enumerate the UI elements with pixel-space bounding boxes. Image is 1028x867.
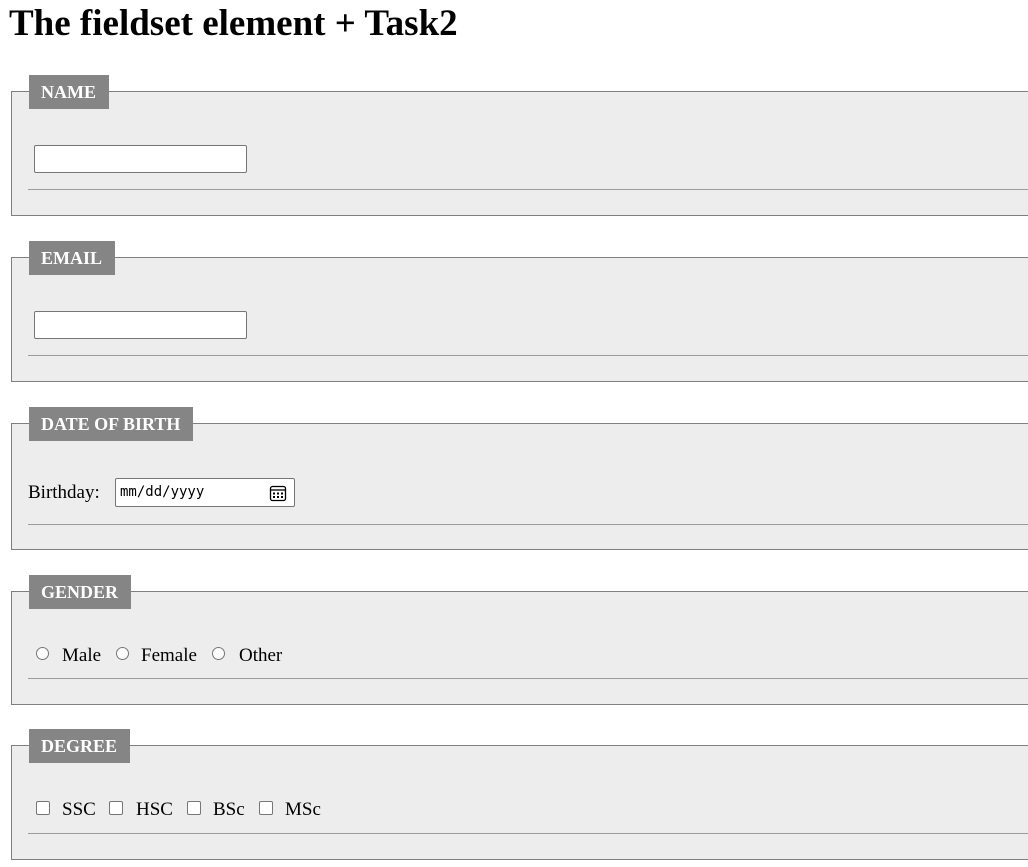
- email-divider: [28, 355, 1028, 356]
- gender-label-female: Female: [141, 645, 197, 666]
- birthday-date-input[interactable]: mm/dd/yyyy: [115, 478, 295, 507]
- degree-checkbox-msc[interactable]: [259, 801, 273, 815]
- degree-label-bsc: BSc: [213, 799, 245, 820]
- name-legend: NAME: [29, 75, 109, 109]
- email-input[interactable]: [34, 311, 247, 339]
- page-title: The fieldset element + Task2: [9, 3, 458, 44]
- calendar-icon[interactable]: [269, 484, 287, 502]
- degree-label-hsc: HSC: [136, 799, 173, 820]
- email-legend: EMAIL: [29, 241, 116, 275]
- degree-divider: [28, 833, 1028, 834]
- gender-fieldset: GENDER Male Female Other: [11, 575, 1028, 705]
- dob-divider: [28, 524, 1028, 525]
- degree-fieldset: DEGREE SSC HSC BSc MSc: [11, 729, 1028, 860]
- degree-checkbox-hsc[interactable]: [109, 801, 123, 815]
- date-placeholder: mm/dd/yyyy: [120, 484, 205, 500]
- birthday-label: Birthday:: [28, 482, 100, 503]
- degree-checkbox-bsc[interactable]: [187, 801, 201, 815]
- gender-label-other: Other: [239, 645, 283, 666]
- degree-checkbox-ssc[interactable]: [36, 801, 50, 815]
- degree-legend: DEGREE: [29, 729, 131, 763]
- name-fieldset: NAME: [11, 75, 1028, 216]
- email-fieldset: EMAIL: [11, 241, 1028, 382]
- degree-label-msc: MSc: [285, 799, 321, 820]
- gender-legend: GENDER: [29, 575, 132, 609]
- gender-divider: [28, 678, 1028, 679]
- degree-label-ssc: SSC: [62, 799, 96, 820]
- gender-radio-other[interactable]: [212, 647, 225, 660]
- gender-radio-male[interactable]: [36, 647, 49, 660]
- name-input[interactable]: [34, 145, 247, 173]
- dob-legend: DATE OF BIRTH: [29, 407, 194, 441]
- dob-fieldset: DATE OF BIRTH Birthday: mm/dd/yyyy: [11, 407, 1028, 550]
- gender-radio-female[interactable]: [116, 647, 129, 660]
- gender-label-male: Male: [62, 645, 102, 666]
- name-divider: [28, 189, 1028, 190]
